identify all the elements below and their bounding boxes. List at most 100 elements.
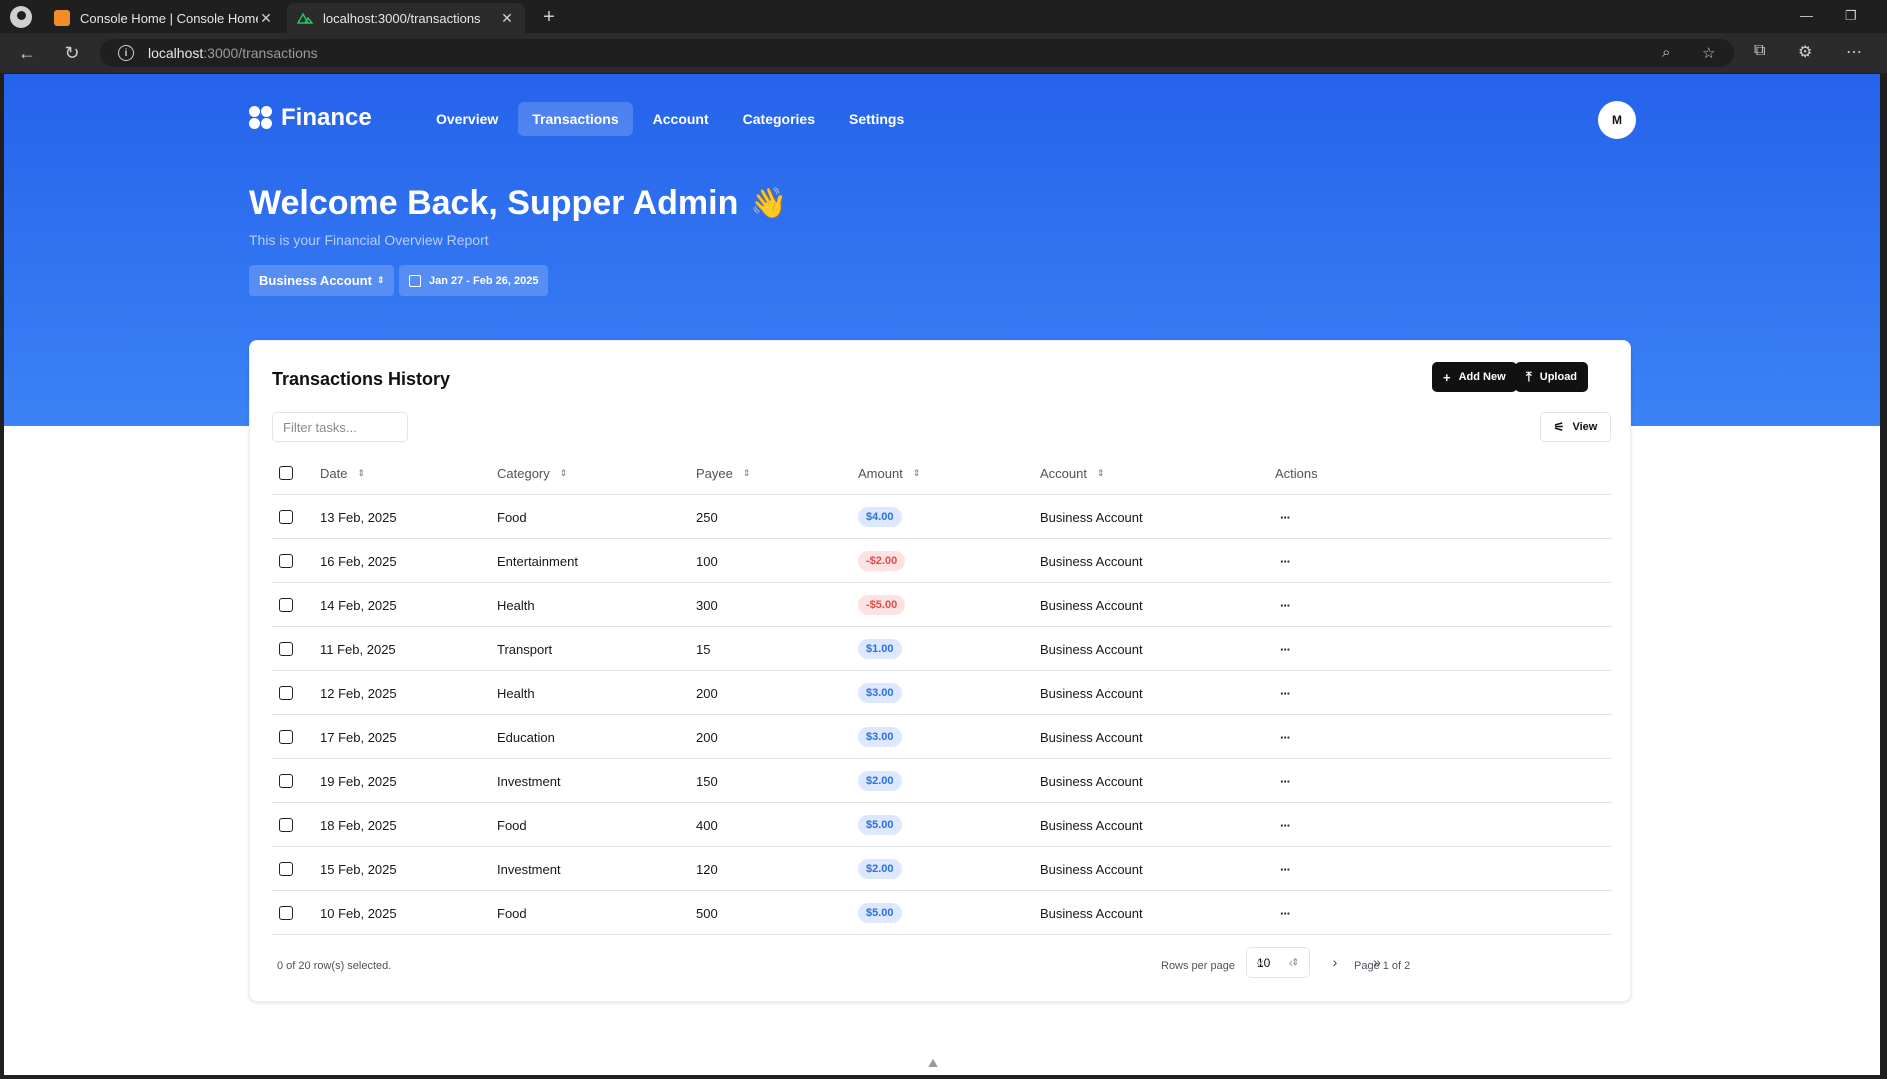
table-row[interactable]: 13 Feb, 2025 Food 250 $4.00 Business Account…	[272, 495, 1612, 539]
view-options-button[interactable]: ⚟ View	[1540, 412, 1611, 442]
table-row[interactable]: 19 Feb, 2025 Investment 150 $2.00 Business A…	[272, 759, 1612, 803]
nav-settings[interactable]: Settings	[835, 102, 918, 136]
date-range-value: Jan 27 - Feb 26, 2025	[429, 274, 539, 287]
cell-payee: 200	[696, 729, 718, 745]
cell-payee: 400	[696, 817, 718, 833]
upload-button[interactable]: ⤒ Upload	[1515, 362, 1589, 392]
amount-badge: $4.00	[858, 507, 902, 527]
brand-logo[interactable]: Finance	[249, 104, 372, 132]
next-page-icon[interactable]: ›	[1322, 949, 1348, 975]
close-tab-icon[interactable]: ✕	[258, 10, 274, 27]
browser-tab-console[interactable]: Console Home | Console Home | ✕	[44, 3, 284, 33]
col-amount[interactable]: Amount ⇕	[858, 451, 920, 495]
cell-account: Business Account	[1040, 685, 1143, 701]
account-select[interactable]: Business Account ⇕	[249, 265, 395, 296]
more-menu-icon[interactable]: ⋯	[1846, 42, 1862, 62]
browser-tab-transactions[interactable]: localhost:3000/transactions ✕	[287, 3, 525, 33]
row-actions-menu-icon[interactable]: ···	[1280, 818, 1291, 833]
row-actions-menu-icon[interactable]: ···	[1280, 686, 1291, 701]
row-actions-menu-icon[interactable]: ···	[1280, 774, 1291, 789]
row-actions-menu-icon[interactable]: ···	[1280, 510, 1291, 525]
cell-payee: 250	[696, 509, 718, 525]
col-date-label: Date	[320, 465, 348, 481]
row-actions-menu-icon[interactable]: ···	[1280, 862, 1291, 877]
cell-date: 13 Feb, 2025	[320, 509, 397, 525]
col-account[interactable]: Account ⇕	[1040, 451, 1105, 495]
row-checkbox[interactable]	[279, 730, 293, 744]
filter-input[interactable]: Filter tasks...	[272, 412, 408, 442]
date-range-picker[interactable]: Jan 27 - Feb 26, 2025	[399, 265, 549, 296]
sort-icon: ⇕	[742, 467, 751, 478]
table-row[interactable]: 10 Feb, 2025 Food 500 $5.00 Business Account…	[272, 891, 1612, 935]
nav-transactions[interactable]: Transactions	[518, 102, 633, 136]
nav-account[interactable]: Account	[639, 102, 723, 136]
cell-payee: 100	[696, 553, 718, 569]
sliders-icon: ⚟	[1553, 420, 1565, 434]
reload-icon[interactable]: ↻	[62, 43, 82, 64]
cell-account: Business Account	[1040, 729, 1143, 745]
nav-categories[interactable]: Categories	[729, 102, 829, 136]
table-row[interactable]: 16 Feb, 2025 Entertainment 100 -$2.00 Busine…	[272, 539, 1612, 583]
table-row[interactable]: 12 Feb, 2025 Health 200 $3.00 Business Accou…	[272, 671, 1612, 715]
row-actions-menu-icon[interactable]: ···	[1280, 730, 1291, 745]
welcome-heading: Welcome Back, Supper Admin 👋	[249, 184, 788, 223]
row-checkbox[interactable]	[279, 774, 293, 788]
col-amount-label: Amount	[858, 465, 903, 481]
profile-icon[interactable]	[10, 6, 32, 28]
minimize-icon[interactable]: —	[1800, 8, 1813, 23]
extensions-icon[interactable]: ⚙	[1798, 42, 1812, 62]
tab-title: Console Home | Console Home |	[80, 10, 258, 26]
transactions-card: Transactions History + Add New ⤒ Upload …	[249, 340, 1631, 1002]
last-page-icon[interactable]: »	[1364, 949, 1390, 975]
cell-date: 15 Feb, 2025	[320, 861, 397, 877]
restore-icon[interactable]: ❐	[1845, 8, 1857, 24]
add-new-button[interactable]: + Add New	[1432, 362, 1517, 392]
close-tab-icon[interactable]: ✕	[499, 10, 515, 27]
col-date[interactable]: Date ⇕	[320, 451, 365, 495]
col-category[interactable]: Category ⇕	[497, 451, 567, 495]
waving-hand-icon: 👋	[750, 187, 788, 220]
select-all-checkbox[interactable]	[279, 466, 293, 480]
url-input[interactable]: i localhost:3000/transactions ⌕ ☆	[100, 39, 1734, 67]
site-info-icon[interactable]: i	[118, 45, 134, 61]
row-checkbox[interactable]	[279, 554, 293, 568]
row-checkbox[interactable]	[279, 906, 293, 920]
nuxt-devtools-icon[interactable]: ⛰	[928, 1056, 948, 1070]
row-actions-menu-icon[interactable]: ···	[1280, 906, 1291, 921]
previous-page-icon[interactable]: ‹	[1278, 949, 1304, 975]
address-bar-area: ← ↻ i localhost:3000/transactions ⌕ ☆ ⧉ …	[0, 33, 1887, 73]
amount-badge: -$5.00	[858, 595, 906, 615]
nav-overview[interactable]: Overview	[422, 102, 512, 136]
cell-date: 17 Feb, 2025	[320, 729, 397, 745]
new-tab-icon[interactable]: +	[538, 6, 560, 29]
translate-icon[interactable]: ⧉	[1754, 42, 1765, 60]
bookmark-star-icon[interactable]: ☆	[1702, 44, 1715, 62]
tab-title: localhost:3000/transactions	[323, 10, 481, 26]
first-page-icon[interactable]: «	[1247, 949, 1273, 975]
sort-icon: ⇕	[1096, 467, 1105, 478]
zoom-icon[interactable]: ⌕	[1662, 44, 1670, 61]
table-row[interactable]: 14 Feb, 2025 Health 300 -$5.00 Business Acco…	[272, 583, 1612, 627]
row-checkbox[interactable]	[279, 598, 293, 612]
account-select-value: Business Account	[259, 273, 372, 288]
row-checkbox[interactable]	[279, 642, 293, 656]
table-row[interactable]: 11 Feb, 2025 Transport 15 $1.00 Business Acc…	[272, 627, 1612, 671]
sort-icon: ⇕	[559, 467, 568, 478]
row-checkbox[interactable]	[279, 818, 293, 832]
back-icon[interactable]: ←	[17, 43, 37, 64]
row-checkbox[interactable]	[279, 686, 293, 700]
table-row[interactable]: 18 Feb, 2025 Food 400 $5.00 Business Account…	[272, 803, 1612, 847]
table-row[interactable]: 17 Feb, 2025 Education 200 $3.00 Business Ac…	[272, 715, 1612, 759]
row-checkbox[interactable]	[279, 862, 293, 876]
user-avatar[interactable]: M	[1598, 101, 1636, 139]
cell-category: Investment	[497, 861, 561, 877]
table-row[interactable]: 15 Feb, 2025 Investment 120 $2.00 Business A…	[272, 847, 1612, 891]
col-account-label: Account	[1040, 465, 1087, 481]
row-actions-menu-icon[interactable]: ···	[1280, 642, 1291, 657]
col-payee[interactable]: Payee ⇕	[696, 451, 750, 495]
row-actions-menu-icon[interactable]: ···	[1280, 598, 1291, 613]
row-checkbox[interactable]	[279, 510, 293, 524]
row-actions-menu-icon[interactable]: ···	[1280, 554, 1291, 569]
col-category-label: Category	[497, 465, 550, 481]
view-label: View	[1572, 421, 1598, 433]
